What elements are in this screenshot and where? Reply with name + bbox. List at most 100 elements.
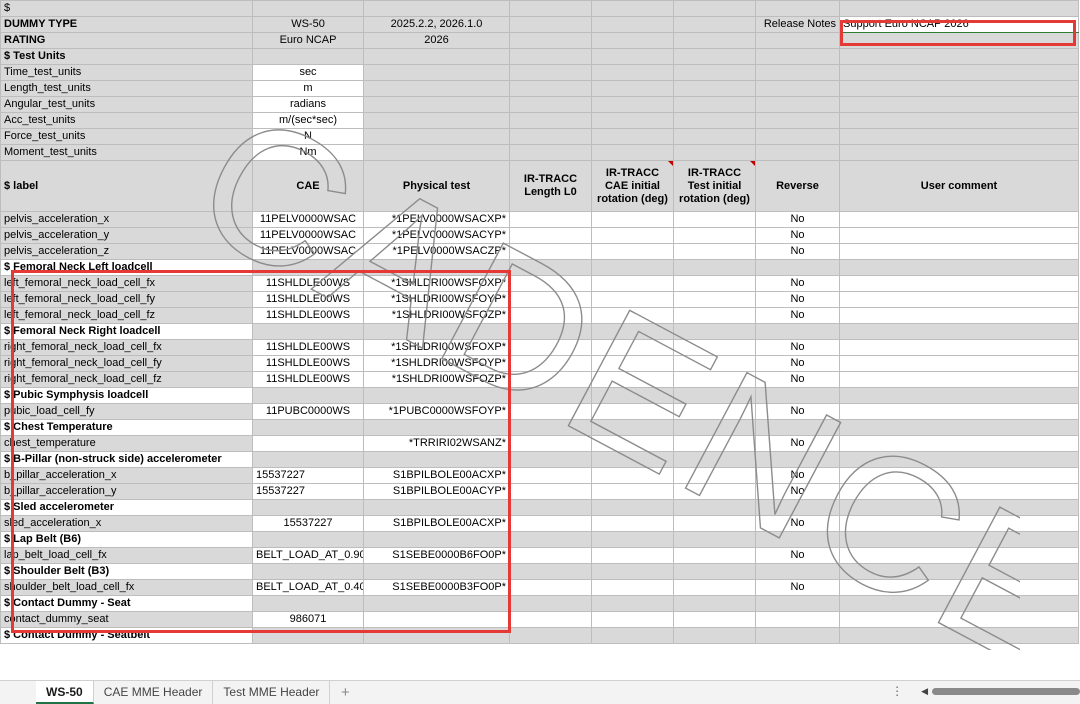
irtracc-length-cell[interactable] [509,291,592,308]
cae-channel[interactable]: 11SHLDLE00WS [252,291,364,308]
empty-cell[interactable] [839,627,1079,644]
more-options-icon[interactable]: ⋮ [891,684,903,698]
physical-channel[interactable]: S1BPILBOLE00ACXP* [363,515,510,532]
cae-channel[interactable]: BELT_LOAD_AT_0.40 [252,579,364,596]
empty-cell[interactable] [755,259,840,276]
irtracc-length-cell[interactable] [509,611,592,628]
irtracc-cae-rotation-cell[interactable] [591,371,674,388]
versions-cell[interactable]: 2025.2.2, 2026.1.0 [363,16,510,33]
empty-cell[interactable] [591,451,674,468]
add-sheet-button[interactable]: + [330,684,360,701]
unit-label[interactable]: Force_test_units [0,128,253,145]
section-heading[interactable]: $ Sled accelerometer [0,499,253,516]
cell-dollar[interactable]: $ [0,0,253,17]
irtracc-test-rotation-cell[interactable] [673,435,756,452]
reverse-cell[interactable]: No [755,307,840,324]
empty-cell[interactable] [509,259,592,276]
cae-channel[interactable]: 15537227 [252,515,364,532]
user-comment-cell[interactable] [839,467,1079,484]
irtracc-cae-rotation-cell[interactable] [591,339,674,356]
unit-label[interactable]: Acc_test_units [0,112,253,129]
irtracc-length-cell[interactable] [509,547,592,564]
irtracc-test-rotation-cell[interactable] [673,467,756,484]
empty-cell[interactable] [363,531,510,548]
reverse-cell[interactable]: No [755,243,840,260]
empty-cell[interactable] [673,531,756,548]
irtracc-test-rotation-cell[interactable] [673,547,756,564]
signal-label[interactable]: contact_dummy_seat [0,611,253,628]
irtracc-test-rotation-cell[interactable] [673,403,756,420]
rating-label[interactable]: RATING [0,32,253,49]
empty-cell[interactable] [673,595,756,612]
irtracc-length-cell[interactable] [509,275,592,292]
empty-cell[interactable] [839,259,1079,276]
physical-channel[interactable]: S1BPILBOLE00ACXP* [363,467,510,484]
empty-cell[interactable] [755,627,840,644]
irtracc-length-cell[interactable] [509,483,592,500]
section-heading[interactable]: $ Lap Belt (B6) [0,531,253,548]
signal-label[interactable]: right_femoral_neck_load_cell_fy [0,355,253,372]
header-irtracc-test-rotation[interactable]: IR-TRACC Test initial rotation (deg) [673,160,756,212]
cae-channel[interactable]: 11SHLDLE00WS [252,275,364,292]
irtracc-test-rotation-cell[interactable] [673,339,756,356]
user-comment-cell[interactable] [839,483,1079,500]
empty-cell[interactable] [591,419,674,436]
physical-channel[interactable] [363,611,510,628]
empty-cell[interactable] [673,499,756,516]
user-comment-cell[interactable] [839,291,1079,308]
physical-channel[interactable]: *1SHLDRI00WSFOXP* [363,339,510,356]
physical-channel[interactable]: *1PELV0000WSACXP* [363,211,510,228]
irtracc-length-cell[interactable] [509,243,592,260]
irtracc-length-cell[interactable] [509,211,592,228]
irtracc-cae-rotation-cell[interactable] [591,227,674,244]
empty-cell[interactable] [252,627,364,644]
spreadsheet-grid[interactable]: $ DUMMY TYPE WS-50 2025.2.2, 2026.1.0 Re… [0,0,1079,644]
irtracc-test-rotation-cell[interactable] [673,579,756,596]
user-comment-cell[interactable] [839,211,1079,228]
empty-cell[interactable] [673,323,756,340]
test-units-heading[interactable]: $ Test Units [0,48,253,65]
signal-label[interactable]: left_femoral_neck_load_cell_fx [0,275,253,292]
empty-cell[interactable] [839,451,1079,468]
signal-label[interactable]: pubic_load_cell_fy [0,403,253,420]
reverse-cell[interactable]: No [755,547,840,564]
empty-cell[interactable] [363,451,510,468]
irtracc-test-rotation-cell[interactable] [673,211,756,228]
unit-value[interactable]: m [252,80,364,97]
empty-cell[interactable] [591,499,674,516]
unit-value[interactable]: N [252,128,364,145]
cae-channel[interactable]: 11PUBC0000WS [252,403,364,420]
empty-cell[interactable] [591,387,674,404]
empty-cell[interactable] [509,499,592,516]
physical-channel[interactable]: S1SEBE0000B3FO0P* [363,579,510,596]
cae-channel[interactable] [252,435,364,452]
reverse-cell[interactable]: No [755,371,840,388]
user-comment-cell[interactable] [839,579,1079,596]
irtracc-length-cell[interactable] [509,355,592,372]
physical-channel[interactable]: S1BPILBOLE00ACYP* [363,483,510,500]
empty-cell[interactable] [252,259,364,276]
empty-cell[interactable] [252,387,364,404]
empty-cell[interactable] [363,419,510,436]
irtracc-length-cell[interactable] [509,227,592,244]
empty-cell[interactable] [839,419,1079,436]
tab-test-mme-header[interactable]: Test MME Header [213,681,331,704]
empty-cell[interactable] [755,323,840,340]
irtracc-length-cell[interactable] [509,307,592,324]
irtracc-test-rotation-cell[interactable] [673,371,756,388]
empty-cell[interactable] [509,323,592,340]
empty-cell[interactable] [591,259,674,276]
empty-cell[interactable] [839,387,1079,404]
user-comment-cell[interactable] [839,371,1079,388]
signal-label[interactable]: lap_belt_load_cell_fx [0,547,253,564]
cae-channel[interactable]: 986071 [252,611,364,628]
release-notes-value[interactable]: Support Euro NCAP 2026 [839,16,1079,33]
empty-cell[interactable] [755,595,840,612]
empty-cell[interactable] [673,419,756,436]
signal-label[interactable]: right_femoral_neck_load_cell_fz [0,371,253,388]
irtracc-length-cell[interactable] [509,339,592,356]
irtracc-test-rotation-cell[interactable] [673,483,756,500]
physical-channel[interactable]: *1SHLDRI00WSFOXP* [363,275,510,292]
irtracc-length-cell[interactable] [509,371,592,388]
signal-label[interactable]: chest_temperature [0,435,253,452]
